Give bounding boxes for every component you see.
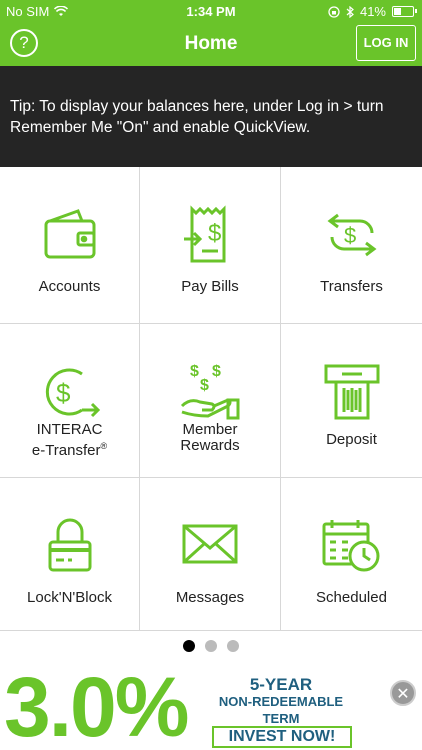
bluetooth-icon [346, 5, 354, 18]
tile-label: Transfers [320, 278, 383, 295]
tile-label: Accounts [38, 278, 101, 295]
tile-label: Deposit [326, 431, 377, 448]
page-indicator[interactable] [0, 640, 422, 652]
envelope-icon [182, 524, 238, 564]
tile-label-line2: e-Transfer [31, 442, 101, 459]
tile-label-line1: Member [182, 421, 238, 438]
calendar-clock-icon [322, 520, 379, 572]
tile-label-line1: INTERAC [36, 421, 103, 438]
tile-label: Messages [175, 589, 245, 606]
tile-transfers[interactable]: $ Transfers [281, 167, 422, 324]
orientation-lock-icon [328, 5, 340, 18]
ad-term: 5-YEAR NON-REDEEMABLE TERM [208, 676, 354, 727]
tile-scheduled[interactable]: Scheduled [281, 478, 422, 631]
wallet-icon [44, 209, 95, 259]
tile-pay-bills[interactable]: $ Pay Bills [140, 167, 281, 324]
page-dot[interactable] [183, 640, 195, 652]
page-dot[interactable] [227, 640, 239, 652]
page-dot[interactable] [205, 640, 217, 652]
atm-deposit-icon [324, 364, 379, 420]
svg-text:$: $ [56, 378, 71, 408]
ad-banner[interactable]: 3.0% 5-YEAR NON-REDEEMABLE TERM INVEST N… [0, 662, 422, 750]
bill-icon: $ [184, 205, 226, 263]
tile-label: Pay Bills [181, 278, 239, 295]
ad-rate: 3.0% [4, 660, 189, 750]
battery-icon [392, 6, 417, 17]
registered-mark: ® [100, 441, 108, 451]
e-transfer-icon: $ [45, 368, 100, 418]
tile-label: Member Rewards [140, 422, 280, 454]
svg-text:$: $ [200, 377, 209, 394]
ad-term-line3: TERM [262, 711, 300, 726]
close-ad-button[interactable]: ✕ [390, 680, 416, 706]
card-lock-icon [48, 518, 91, 572]
tip-banner: Tip: To display your balances here, unde… [0, 66, 422, 167]
tile-member-rewards[interactable]: $ $ $ Member Rewards [140, 324, 281, 478]
rewards-icon: $ $ $ [180, 363, 240, 420]
tile-accounts[interactable]: Accounts [0, 167, 140, 324]
tile-interac-e-transfer[interactable]: $ INTERAC e-Transfer® [0, 324, 140, 478]
tip-text: Tip: To display your balances here, unde… [10, 98, 384, 136]
svg-text:$: $ [344, 223, 356, 248]
ad-term-line1: 5-YEAR [249, 675, 313, 694]
feature-grid: Accounts $ Pay Bills $ Transfers $ INTER… [0, 167, 422, 631]
invest-now-button[interactable]: INVEST NOW! [212, 726, 352, 748]
transfer-icon: $ [327, 213, 376, 257]
tile-messages[interactable]: Messages [140, 478, 281, 631]
svg-text:$: $ [208, 220, 221, 247]
login-button[interactable]: LOG IN [356, 25, 416, 61]
tile-label: Scheduled [316, 589, 387, 606]
ad-term-line2: NON-REDEEMABLE [218, 694, 344, 709]
nav-bar: ? Home LOG IN [0, 22, 422, 66]
tile-label: Lock'N'Block [27, 589, 112, 606]
svg-text:$: $ [212, 363, 221, 380]
status-bar: No SIM 1:34 PM 41% [0, 0, 422, 22]
tile-label-line2: Rewards [180, 437, 240, 454]
svg-text:$: $ [190, 363, 199, 380]
tile-lock-n-block[interactable]: Lock'N'Block [0, 478, 140, 631]
tile-deposit[interactable]: Deposit [281, 324, 422, 478]
tile-label: INTERAC e-Transfer® [0, 422, 139, 459]
battery-percentage: 41% [359, 4, 386, 19]
